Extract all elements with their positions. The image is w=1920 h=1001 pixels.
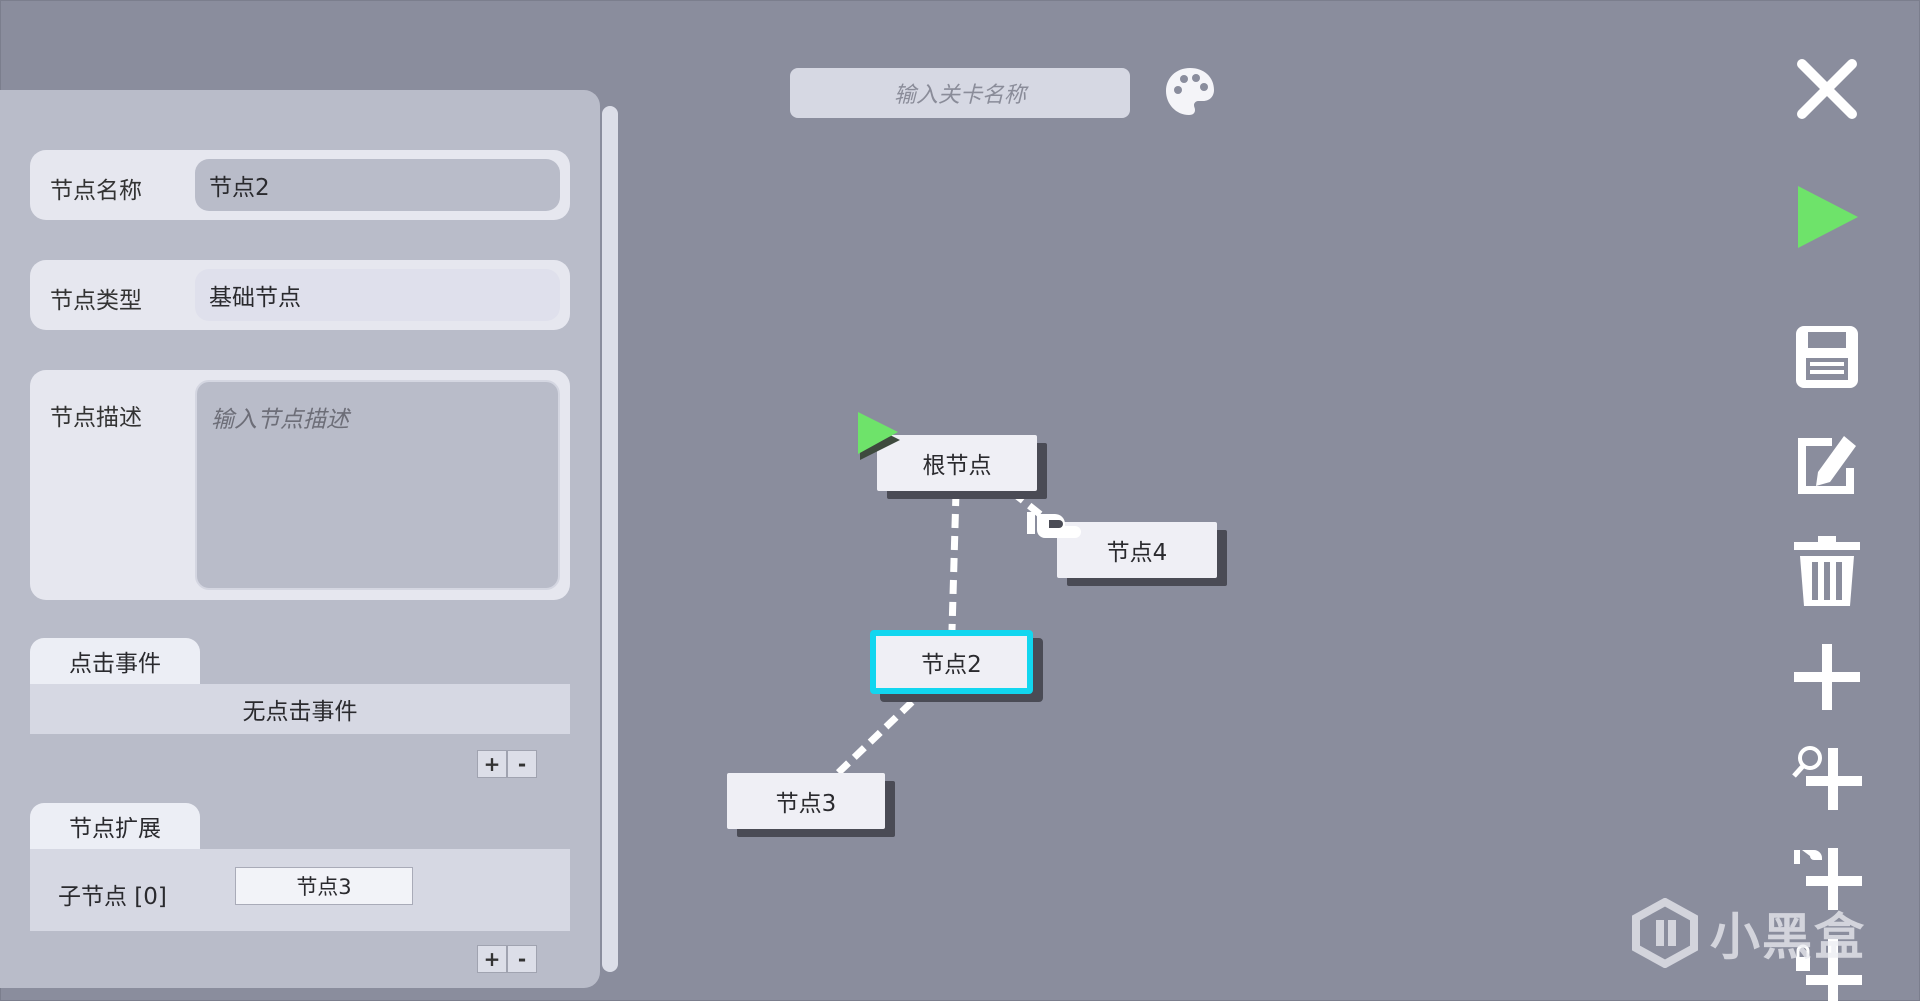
edit-icon[interactable] <box>1790 428 1864 502</box>
watermark-logo-icon <box>1632 898 1698 968</box>
add-child-button[interactable]: + <box>477 945 507 973</box>
play-icon[interactable] <box>1790 180 1864 254</box>
node-extension-body: 子节点 [0] 节点3 <box>30 849 570 931</box>
watermark: 小黑盒 <box>1630 893 1870 973</box>
close-icon[interactable] <box>1790 52 1864 126</box>
node-type-label: 节点类型 <box>50 288 142 314</box>
node-name-row: 节点名称 节点2 <box>30 150 570 220</box>
graph-node-3[interactable]: 节点3 <box>727 773 885 829</box>
node-name-label: 节点名称 <box>50 178 142 204</box>
add-icon[interactable] <box>1790 640 1864 714</box>
search-add-icon[interactable] <box>1790 740 1864 814</box>
add-click-event-button[interactable]: + <box>477 750 507 778</box>
level-name-input[interactable]: 输入关卡名称 <box>790 68 1130 118</box>
panel-scrollbar[interactable] <box>602 106 618 972</box>
remove-child-button[interactable]: - <box>507 945 537 973</box>
node-name-input[interactable]: 节点2 <box>195 159 560 211</box>
click-event-tab[interactable]: 点击事件 <box>30 638 200 684</box>
click-event-empty: 无点击事件 <box>30 684 570 734</box>
palette-icon[interactable] <box>1162 64 1218 120</box>
node-desc-textarea[interactable]: 输入节点描述 <box>195 380 560 590</box>
node-type-select[interactable]: 基础节点 <box>195 269 560 321</box>
node-desc-label: 节点描述 <box>50 405 142 431</box>
graph-node-2-selected[interactable]: 节点2 <box>870 630 1033 694</box>
remove-click-event-button[interactable]: - <box>507 750 537 778</box>
node-properties-panel: 节点名称 节点2 节点类型 基础节点 节点描述 输入节点描述 点击事件 无点击事… <box>0 90 600 988</box>
start-flag-icon <box>858 412 900 460</box>
node-type-row: 节点类型 基础节点 <box>30 260 570 330</box>
child-node-select[interactable]: 节点3 <box>235 867 413 905</box>
child-node-label: 子节点 [0] <box>58 884 167 910</box>
save-icon[interactable] <box>1790 320 1864 394</box>
link-hand-icon <box>1027 512 1081 538</box>
watermark-text: 小黑盒 <box>1710 908 1866 966</box>
trash-icon[interactable] <box>1790 536 1864 610</box>
node-extension-tab[interactable]: 节点扩展 <box>30 803 200 849</box>
node-desc-row: 节点描述 输入节点描述 <box>30 370 570 600</box>
